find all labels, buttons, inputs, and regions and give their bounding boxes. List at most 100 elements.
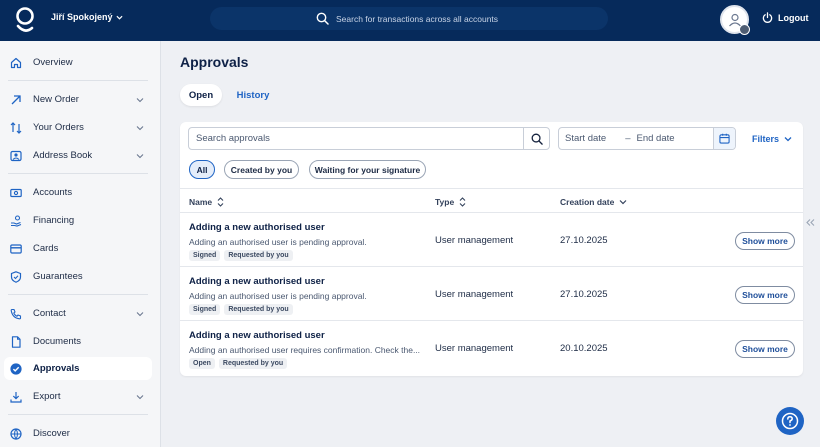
approval-date: 27.10.2025	[560, 289, 608, 300]
column-header-name[interactable]: Name	[189, 197, 224, 207]
approval-description: Adding an authorised user requires confi…	[189, 345, 421, 355]
approval-date: 20.10.2025	[560, 343, 608, 354]
date-range-picker[interactable]: Start date – End date	[558, 127, 736, 150]
sidebar-divider	[8, 173, 148, 174]
approval-date: 27.10.2025	[560, 235, 608, 246]
chevron-down-icon	[136, 312, 144, 317]
help-button[interactable]	[776, 407, 804, 435]
column-header-creation-date[interactable]: Creation date	[560, 197, 627, 207]
global-search-placeholder: Search for transactions across all accou…	[336, 13, 499, 24]
start-date-field[interactable]: Start date	[565, 133, 606, 144]
sort-icon	[217, 197, 224, 207]
sidebar-item-export[interactable]: Export	[4, 385, 152, 408]
download-icon	[10, 391, 22, 403]
calendar-icon	[719, 133, 730, 144]
globe-icon	[10, 427, 22, 440]
approval-title: Adding a new authorised user	[189, 276, 325, 287]
transfer-icon	[10, 121, 22, 134]
contact-card-icon	[10, 150, 22, 162]
approvals-search-input[interactable]	[189, 133, 523, 144]
arrow-up-right-icon	[10, 94, 22, 106]
approval-description: Adding an authorised user is pending app…	[189, 237, 367, 247]
chevron-down-icon	[136, 126, 144, 131]
status-badge: Signed	[189, 304, 221, 315]
approvals-card: Start date – End date Filters All Create…	[180, 122, 803, 376]
date-separator: –	[625, 133, 631, 144]
table-header: Name Type Creation date	[180, 188, 803, 213]
search-icon	[531, 133, 543, 145]
filters-label: Filters	[752, 134, 780, 144]
sidebar-item-new-order[interactable]: New Order	[4, 88, 152, 111]
logout-button[interactable]: Logout	[762, 12, 809, 23]
sidebar-item-cards[interactable]: Cards	[4, 237, 152, 260]
page-title: Approvals	[180, 54, 249, 70]
sidebar-item-address-book[interactable]: Address Book	[4, 144, 152, 167]
table-row[interactable]: Adding a new authorised user Adding an a…	[180, 213, 803, 267]
sidebar-divider	[8, 80, 148, 81]
approval-title: Adding a new authorised user	[189, 222, 325, 233]
avatar-settings-badge	[739, 24, 750, 35]
end-date-field[interactable]: End date	[637, 133, 675, 144]
approval-type: User management	[435, 289, 514, 300]
power-icon	[762, 12, 773, 23]
shield-icon	[10, 270, 22, 283]
table-row[interactable]: Adding a new authorised user Adding an a…	[180, 267, 803, 321]
sort-descending-icon	[619, 200, 627, 205]
approval-description: Adding an authorised user is pending app…	[189, 291, 367, 301]
user-menu[interactable]: Jiří Spokojený	[51, 12, 123, 22]
sidebar-item-contact[interactable]: Contact	[4, 302, 152, 325]
filters-button[interactable]: Filters	[752, 134, 792, 144]
chevron-down-icon	[784, 137, 792, 142]
sidebar-item-your-orders[interactable]: Your Orders	[4, 116, 152, 139]
chevron-down-icon	[136, 98, 144, 103]
question-icon	[781, 412, 799, 430]
chip-waiting-for-signature[interactable]: Waiting for your signature	[309, 160, 426, 179]
sidebar-item-documents[interactable]: Documents	[4, 330, 152, 353]
chip-all[interactable]: All	[189, 160, 215, 179]
chip-created-by-you[interactable]: Created by you	[224, 160, 299, 179]
chevron-down-icon	[136, 395, 144, 400]
column-header-type[interactable]: Type	[435, 197, 466, 207]
check-circle-icon	[10, 362, 22, 375]
show-more-button[interactable]: Show more	[735, 286, 795, 304]
card-icon	[10, 243, 22, 255]
search-icon	[316, 12, 329, 25]
sidebar: Overview New Order Your Orders Address B…	[0, 41, 161, 447]
sort-icon	[459, 197, 466, 207]
chevron-down-icon	[116, 15, 123, 20]
sidebar-item-guarantees[interactable]: Guarantees	[4, 265, 152, 288]
sidebar-item-discover[interactable]: Discover	[4, 422, 152, 445]
sidebar-item-approvals[interactable]: Approvals	[4, 357, 152, 380]
tab-history[interactable]: History	[229, 84, 277, 106]
sidebar-divider	[8, 414, 148, 415]
chevron-down-icon	[136, 154, 144, 159]
status-badge: Signed	[189, 250, 221, 261]
hand-coins-icon	[10, 214, 22, 227]
show-more-button[interactable]: Show more	[735, 340, 795, 358]
approval-type: User management	[435, 235, 514, 246]
global-search[interactable]: Search for transactions across all accou…	[210, 7, 608, 30]
show-more-button[interactable]: Show more	[735, 232, 795, 250]
requester-badge: Requested by you	[224, 250, 293, 261]
money-icon	[10, 187, 22, 199]
sidebar-item-accounts[interactable]: Accounts	[4, 181, 152, 204]
requester-badge: Requested by you	[218, 358, 288, 369]
status-badge: Open	[189, 358, 215, 369]
requester-badge: Requested by you	[224, 304, 293, 315]
avatar[interactable]	[720, 5, 750, 35]
bank-logo-icon[interactable]	[14, 6, 36, 34]
approval-type: User management	[435, 343, 514, 354]
tab-open[interactable]: Open	[180, 84, 222, 106]
sidebar-item-overview[interactable]: Overview	[4, 51, 152, 74]
home-icon	[10, 57, 22, 69]
table-row[interactable]: Adding a new authorised user Adding an a…	[180, 321, 803, 375]
calendar-button[interactable]	[713, 128, 735, 149]
approval-title: Adding a new authorised user	[189, 330, 325, 341]
logout-label: Logout	[778, 12, 809, 23]
document-icon	[10, 335, 22, 348]
user-name-label: Jiří Spokojený	[51, 12, 113, 22]
approvals-search-button[interactable]	[523, 128, 549, 149]
top-bar: Jiří Spokojený Search for transactions a…	[0, 0, 820, 41]
sidebar-item-financing[interactable]: Financing	[4, 209, 152, 232]
chevrons-left-icon[interactable]	[806, 218, 815, 227]
